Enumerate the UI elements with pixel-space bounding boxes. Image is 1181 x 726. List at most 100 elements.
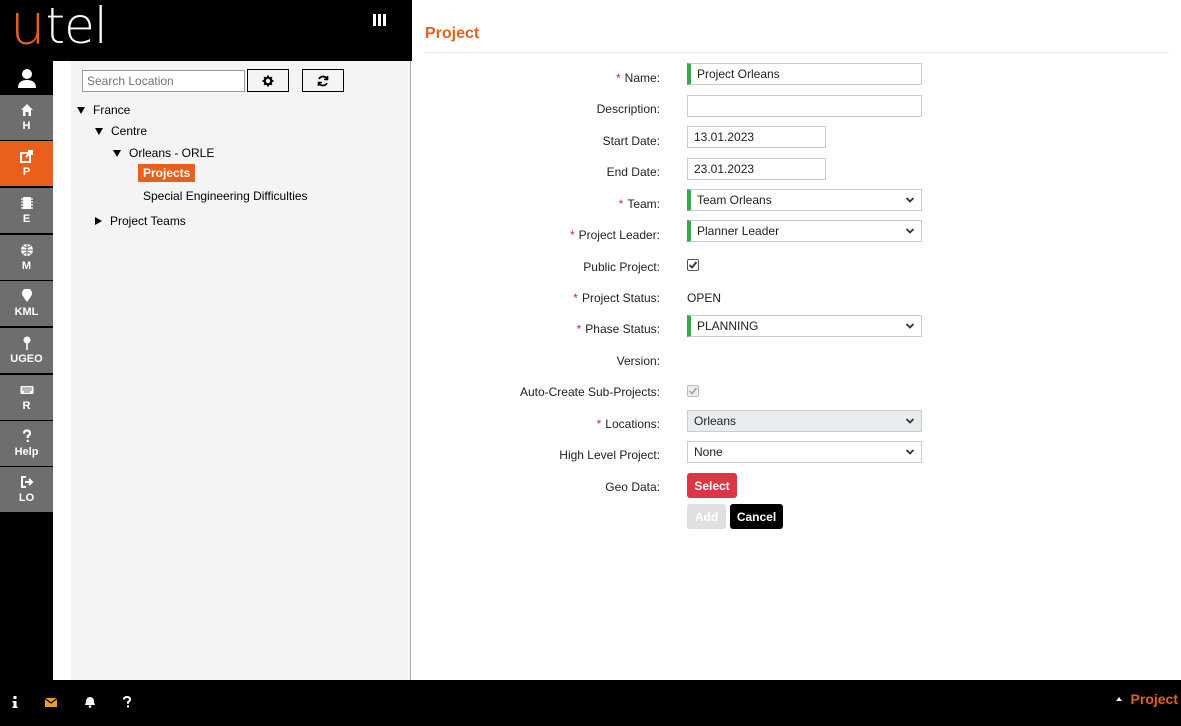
nav-item-label: Help xyxy=(14,446,39,458)
caret-up-icon xyxy=(1115,697,1122,701)
check-icon xyxy=(688,261,698,269)
end-date-field[interactable]: 23.01.2023 xyxy=(687,158,826,180)
nav-item-help[interactable]: Help xyxy=(0,421,53,466)
collapse-triangle-icon[interactable] xyxy=(95,217,102,225)
bottom-bar: Project xyxy=(0,680,1181,726)
project-status-label: * Project Status: xyxy=(573,291,660,305)
nav-item-ugeo[interactable]: UGEO xyxy=(0,328,53,373)
logo-letter-u: u xyxy=(10,0,46,58)
required-mark: * xyxy=(569,228,575,242)
tree-node-project-teams[interactable]: Project Teams xyxy=(95,214,186,228)
logo-letters-tel: tel xyxy=(45,0,108,55)
nav-item-label: H xyxy=(22,120,31,132)
required-mark: * xyxy=(573,291,578,305)
nav-item-map[interactable]: M xyxy=(0,235,53,280)
map-marker-icon xyxy=(21,289,32,302)
user-icon[interactable] xyxy=(0,61,53,94)
version-label: Version: xyxy=(616,354,660,368)
bell-icon[interactable] xyxy=(83,695,97,709)
location-tree-panel: France Centre Orleans - ORLE Projects Sp… xyxy=(71,61,411,680)
tree-node-label: France xyxy=(93,103,131,117)
tree-node-label: Centre xyxy=(111,124,148,138)
search-location-input[interactable] xyxy=(82,70,245,92)
tree-node-centre[interactable]: Centre xyxy=(95,124,147,138)
refresh-button[interactable] xyxy=(302,69,344,92)
chevron-down-icon xyxy=(905,418,915,424)
nav-item-logout[interactable]: LO xyxy=(0,467,53,512)
tree-node-label: Special Engineering Difficulties xyxy=(143,189,308,203)
expand-triangle-icon[interactable] xyxy=(95,127,103,135)
team-select[interactable]: Team Orleans xyxy=(687,189,922,211)
select-button[interactable]: Select xyxy=(687,473,737,498)
chevron-down-icon xyxy=(905,228,915,234)
start-date-field[interactable]: 13.01.2023 xyxy=(687,126,826,148)
tree-node-special-engineering[interactable]: Special Engineering Difficulties xyxy=(143,189,308,203)
required-mark: * xyxy=(596,417,602,431)
chevron-down-icon xyxy=(905,323,915,329)
page-title: Project xyxy=(425,25,480,42)
info-icon[interactable] xyxy=(8,695,22,709)
nav-item-kml[interactable]: KML xyxy=(0,281,53,326)
project-context-button[interactable]: Project xyxy=(1115,691,1178,707)
expand-triangle-icon[interactable] xyxy=(77,106,85,114)
tree-node-label: Project Teams xyxy=(110,214,186,228)
chevron-down-icon xyxy=(905,197,915,203)
high-level-project-select[interactable]: None xyxy=(687,441,922,463)
nav-item-label: LO xyxy=(18,492,35,504)
project-leader-label: * Project Leader: xyxy=(569,228,660,242)
nav-item-equipment[interactable]: E xyxy=(0,188,53,233)
chip-icon xyxy=(20,197,33,209)
question-icon xyxy=(22,429,31,442)
name-field[interactable]: Project Orleans xyxy=(687,63,922,85)
share-icon xyxy=(19,150,33,163)
team-label: * Team: xyxy=(618,197,660,211)
nav-item-label: UGEO xyxy=(10,353,43,365)
expand-triangle-icon[interactable] xyxy=(113,149,121,157)
nav-item-label: KML xyxy=(14,306,39,318)
chevron-down-icon xyxy=(905,449,915,455)
utel-logo: u tel xyxy=(10,0,108,58)
end-date-label: End Date: xyxy=(606,165,660,179)
tree-node-label: Orleans - ORLE xyxy=(129,146,215,160)
public-project-label: Public Project: xyxy=(583,260,660,274)
geo-data-label: Geo Data: xyxy=(605,480,660,494)
nav-item-home[interactable]: H xyxy=(0,95,53,140)
panel-toggle-icon[interactable] xyxy=(373,14,387,28)
help-icon[interactable] xyxy=(120,695,134,709)
high-level-project-label: High Level Project: xyxy=(559,448,660,462)
nav-item-projects[interactable]: P xyxy=(0,141,53,186)
nav-item-label: R xyxy=(22,400,31,412)
start-date-label: Start Date: xyxy=(602,134,660,148)
app: u tel H P E M KML UGEO R Help LO Search … xyxy=(0,0,1181,726)
nav-item-label: M xyxy=(21,260,32,272)
public-project-checkbox[interactable] xyxy=(687,259,699,271)
description-field[interactable] xyxy=(687,95,922,117)
required-mark: * xyxy=(618,197,624,211)
settings-button[interactable] xyxy=(247,69,289,92)
nav-item-reports[interactable]: R xyxy=(0,375,53,420)
required-mark: * xyxy=(576,322,582,336)
home-icon xyxy=(20,104,33,116)
project-leader-select[interactable]: Planner Leader xyxy=(687,220,922,242)
globe-icon xyxy=(20,244,33,256)
tree-node-france[interactable]: France xyxy=(77,103,130,117)
gear-icon xyxy=(262,75,274,86)
mail-icon[interactable] xyxy=(44,695,58,709)
logout-icon xyxy=(20,476,33,488)
top-bar: u tel xyxy=(0,0,412,61)
auto-create-checkbox xyxy=(687,385,699,397)
check-icon xyxy=(688,387,698,395)
project-context-label: Project xyxy=(1130,691,1178,707)
tree-node-projects[interactable]: Projects xyxy=(138,164,196,182)
nav-item-label: P xyxy=(22,166,31,178)
nav-item-label: E xyxy=(22,213,31,225)
tree-node-orleans[interactable]: Orleans - ORLE xyxy=(113,146,214,160)
tree-node-label: Projects xyxy=(138,164,196,182)
locations-select[interactable]: Orleans xyxy=(687,410,922,432)
auto-create-label: Auto-Create Sub-Projects: xyxy=(519,385,660,399)
locations-label: * Locations: xyxy=(596,417,660,431)
project-status-value: OPEN xyxy=(687,291,722,305)
cancel-button[interactable]: Cancel xyxy=(730,504,783,529)
phase-status-label: * Phase Status: xyxy=(576,322,660,336)
phase-status-select[interactable]: PLANNING xyxy=(687,315,922,337)
